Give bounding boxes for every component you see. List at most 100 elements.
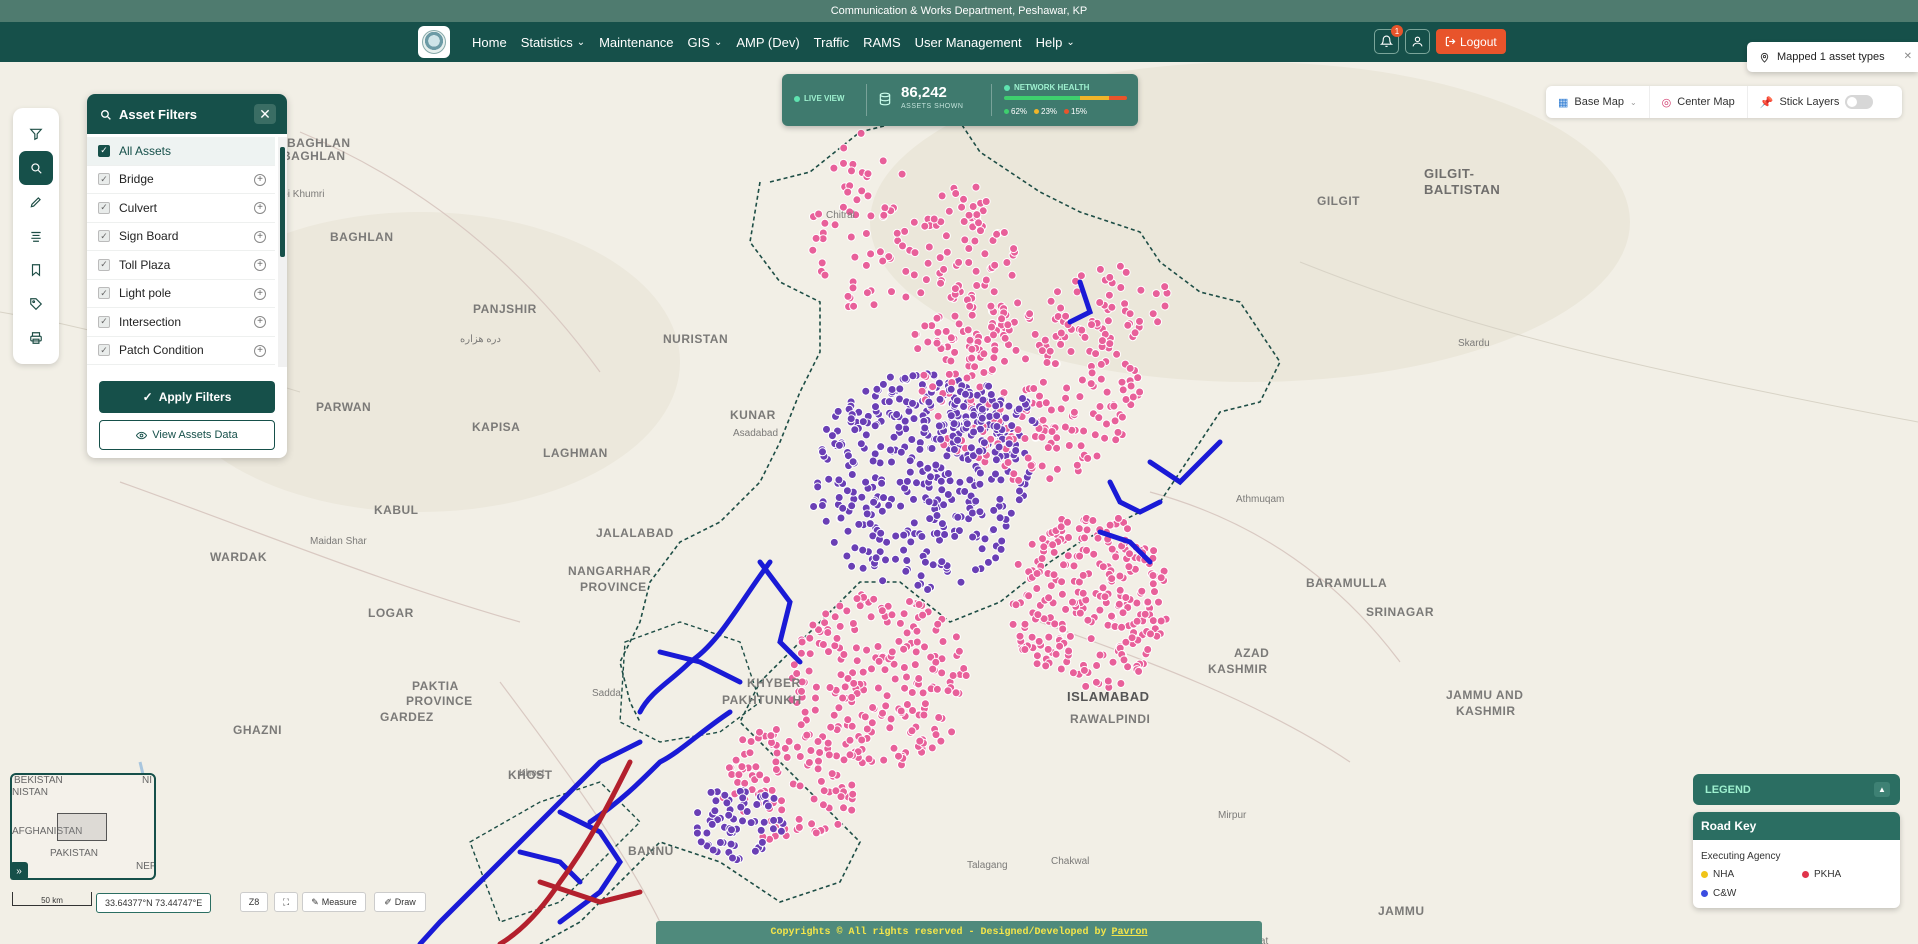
- layers-tool-button[interactable]: [19, 151, 53, 185]
- chevron-down-icon: ⌄: [576, 36, 586, 48]
- nav-link-amp-dev[interactable]: AMP (Dev): [736, 35, 799, 50]
- legend-card-title: Road Key: [1693, 812, 1900, 840]
- map-icon: ▦: [1558, 96, 1569, 109]
- filter-item-all-assets[interactable]: ✓ All Assets: [87, 137, 275, 166]
- filter-list-scrollbar[interactable]: [278, 137, 287, 367]
- measure-button[interactable]: ✎ Measure: [302, 892, 366, 912]
- map-label: KAPISA: [472, 420, 521, 434]
- notification-button[interactable]: 1: [1374, 25, 1403, 54]
- view-assets-data-label: View Assets Data: [152, 429, 238, 441]
- map-label: Maidan Shar: [310, 536, 367, 547]
- expand-plus-icon[interactable]: +: [254, 316, 266, 328]
- filter-item-light-pole[interactable]: ✓ Light pole +: [87, 280, 275, 308]
- map-label: Talagang: [967, 860, 1008, 871]
- map-toolbar: [13, 108, 59, 364]
- map-label: KUNAR: [730, 408, 776, 422]
- nav-link-help[interactable]: Help ⌄: [1036, 35, 1075, 50]
- expand-plus-icon[interactable]: +: [254, 287, 266, 300]
- map-label: BARAMULLA: [1306, 576, 1388, 590]
- filter-item-label: Intersection: [119, 314, 182, 329]
- apply-filters-button[interactable]: ✓ Apply Filters: [99, 381, 275, 413]
- map-label: PAKTIA: [412, 679, 459, 693]
- app-logo[interactable]: [418, 26, 450, 58]
- fullscreen-button[interactable]: ⛶: [274, 892, 298, 912]
- filter-tool-button[interactable]: [19, 117, 53, 151]
- filter-item-bridge[interactable]: ✓ Bridge +: [87, 166, 275, 194]
- nav-link-statistics[interactable]: Statistics ⌄: [521, 35, 585, 50]
- filter-checkbox[interactable]: ✓: [98, 144, 110, 157]
- close-filters-button[interactable]: ✕: [254, 104, 276, 124]
- network-health-stats: 62% 23% 15%: [1004, 107, 1087, 116]
- map-label: GHAZNI: [233, 723, 282, 737]
- filter-item-culvert[interactable]: ✓ Culvert +: [87, 194, 275, 223]
- toast-text: Mapped 1 asset types: [1777, 51, 1885, 63]
- stick-layers-toggle[interactable]: [1845, 95, 1874, 109]
- expand-plus-icon[interactable]: +: [254, 230, 266, 243]
- filter-item-label: Toll Plaza: [119, 257, 171, 272]
- scale-bar: 50 km: [12, 892, 92, 906]
- bookmark-icon: [31, 264, 41, 277]
- nav-link-user-management[interactable]: User Management: [915, 35, 1022, 50]
- filter-item-toll-plaza[interactable]: ✓ Toll Plaza +: [87, 251, 275, 280]
- legend-toggle[interactable]: LEGEND ▲: [1693, 774, 1900, 805]
- logout-icon: [1445, 36, 1456, 47]
- map-label: WARDAK: [210, 550, 267, 564]
- map-canvas[interactable]: BAGHLAN BAGHLAN Pul-i Khumri BAGHLAN PAN…: [0, 62, 1918, 944]
- expand-plus-icon[interactable]: +: [254, 259, 266, 271]
- filter-checkbox[interactable]: ✓: [98, 230, 110, 243]
- filter-item-label: Sign Board: [119, 229, 179, 244]
- center-map-button[interactable]: ◎ Center Map: [1650, 86, 1748, 118]
- minimap-toggle-button[interactable]: »: [10, 862, 28, 880]
- filter-icon: [29, 128, 43, 141]
- draw-icon: ✐: [384, 896, 392, 907]
- expand-plus-icon[interactable]: +: [254, 173, 266, 186]
- base-map-button[interactable]: ▦ Base Map ⌄: [1546, 86, 1650, 118]
- view-assets-data-button[interactable]: View Assets Data: [99, 420, 275, 450]
- minimap-viewport[interactable]: [57, 813, 107, 841]
- map-label: PARWAN: [316, 400, 372, 414]
- print-tool-button[interactable]: [19, 321, 53, 355]
- map-label: Sadda: [592, 688, 621, 699]
- footer-link[interactable]: Pavron: [1112, 927, 1148, 938]
- filter-checkbox[interactable]: ✓: [98, 201, 110, 214]
- bookmark-tool-button[interactable]: [19, 253, 53, 287]
- nav-link-home[interactable]: Home: [472, 35, 507, 50]
- filter-checkbox[interactable]: ✓: [98, 287, 110, 300]
- apply-filters-label: Apply Filters: [158, 390, 232, 404]
- filter-checkbox[interactable]: ✓: [98, 315, 110, 328]
- filter-checkbox[interactable]: ✓: [98, 344, 110, 357]
- map-label: Asadabad: [733, 428, 779, 439]
- map-label: KHYBER: [747, 676, 801, 690]
- overview-minimap[interactable]: BEKISTAN NISTAN AFGHANISTAN PAKISTAN NI …: [10, 773, 156, 880]
- nav-link-rams[interactable]: RAMS: [863, 35, 901, 50]
- filter-item-sign-board[interactable]: ✓ Sign Board +: [87, 223, 275, 251]
- toast-close-button[interactable]: ✕: [1904, 51, 1912, 62]
- filter-item-intersection[interactable]: ✓ Intersection +: [87, 308, 275, 337]
- map-label: LOGAR: [368, 606, 414, 620]
- list-tool-button[interactable]: [19, 219, 53, 253]
- map-label: BAGHLAN: [287, 136, 351, 150]
- tag-tool-button[interactable]: [19, 287, 53, 321]
- user-profile-button[interactable]: [1405, 29, 1430, 54]
- map-label: Chakwal: [1051, 856, 1090, 867]
- legend-card: Road Key Executing Agency NHA PKHA C&W: [1693, 812, 1900, 908]
- health-bar-segment: [1004, 96, 1081, 100]
- filter-item-patch-condition[interactable]: ✓ Patch Condition +: [87, 337, 275, 365]
- filter-checkbox[interactable]: ✓: [98, 173, 110, 186]
- nav-link-traffic[interactable]: Traffic: [814, 35, 849, 50]
- coordinates-readout: 33.64377°N 73.44747°E: [96, 893, 212, 913]
- map-label: Khost: [519, 768, 545, 779]
- map-label: GILGIT: [1317, 194, 1360, 208]
- expand-plus-icon[interactable]: +: [254, 344, 266, 357]
- expand-plus-icon[interactable]: +: [254, 202, 266, 214]
- map-label: KASHMIR: [1456, 704, 1516, 718]
- nav-link-maintenance[interactable]: Maintenance: [599, 35, 673, 50]
- nav-link-gis[interactable]: GIS ⌄: [688, 35, 723, 50]
- logout-button[interactable]: Logout: [1436, 29, 1506, 54]
- asset-filters-panel: Asset Filters ✕ ✓ All Assets ✓ Bridge + ✓ Culv…: [87, 94, 287, 458]
- filter-list: ✓ All Assets ✓ Bridge + ✓ Culvert + ✓ Sign Board +…: [87, 137, 275, 365]
- draw-button[interactable]: ✐ Draw: [374, 892, 426, 912]
- edit-tool-button[interactable]: [19, 185, 53, 219]
- map-pin-icon: [1760, 52, 1769, 63]
- filter-checkbox[interactable]: ✓: [98, 258, 110, 271]
